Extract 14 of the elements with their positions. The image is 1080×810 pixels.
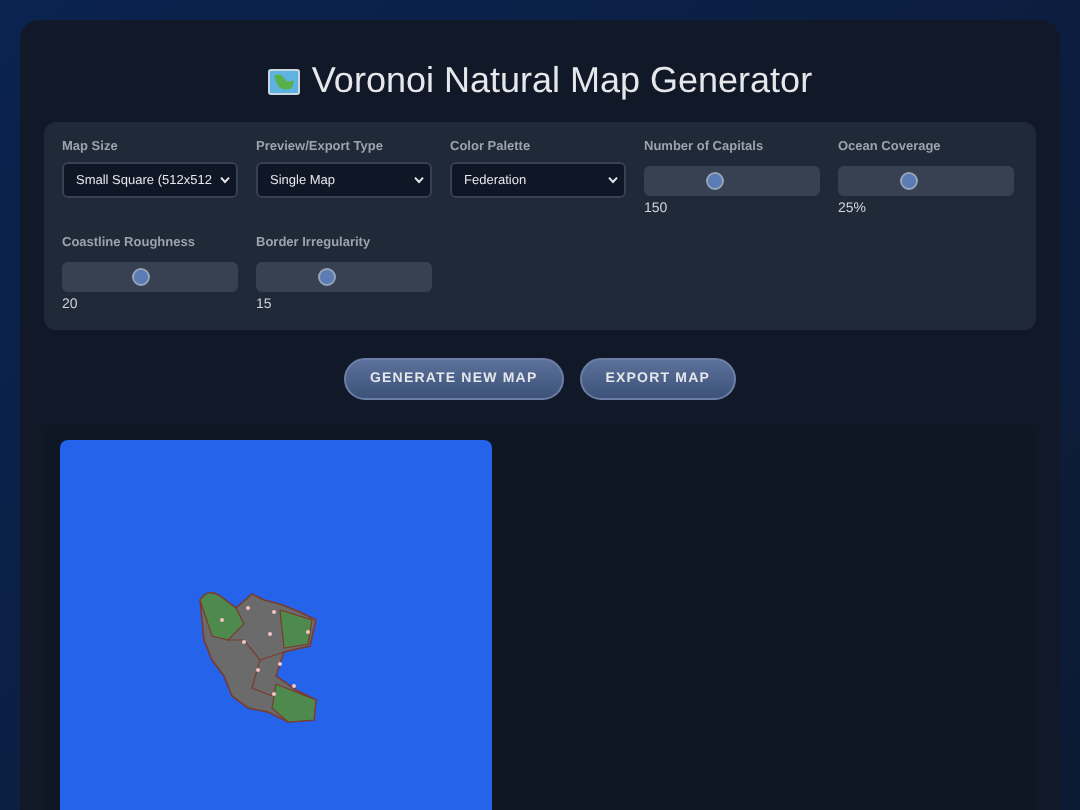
slider-track[interactable] <box>62 262 238 292</box>
chevron-icon <box>608 176 618 184</box>
slider-track[interactable] <box>838 166 1014 196</box>
slider-thumb[interactable] <box>705 172 724 190</box>
island-map-drawing <box>199 592 317 723</box>
page-title: Voronoi Natural Map Generator <box>311 60 813 102</box>
chevron-icon <box>220 176 230 184</box>
chevron-icon <box>414 176 424 184</box>
slider-track[interactable] <box>256 262 432 292</box>
slider-thumb[interactable] <box>899 172 918 190</box>
map-icon <box>267 67 300 95</box>
slider-thumb[interactable] <box>317 268 336 286</box>
slider-thumb[interactable] <box>132 268 151 286</box>
slider-track[interactable] <box>644 166 820 196</box>
